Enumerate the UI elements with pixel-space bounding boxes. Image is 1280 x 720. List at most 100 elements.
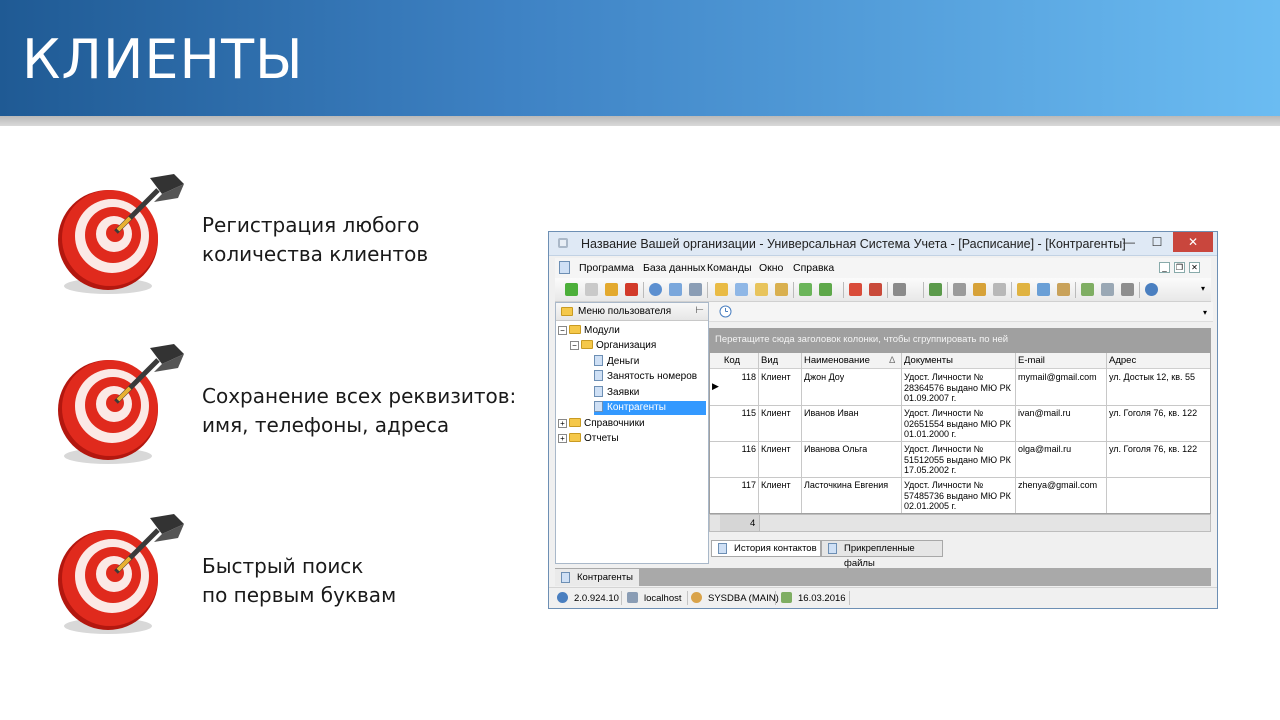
up-icon[interactable] xyxy=(715,283,728,296)
column-header-address[interactable]: Адрес xyxy=(1106,353,1210,369)
settings-icon[interactable] xyxy=(1057,283,1070,296)
edit-icon[interactable] xyxy=(605,283,618,296)
cell-doc-line3[interactable]: 17.05.2002 г. xyxy=(904,465,956,476)
clock-icon[interactable] xyxy=(719,305,732,318)
cell-address[interactable]: ул. Гоголя 76, кв. 122 xyxy=(1109,408,1197,419)
cell-name[interactable]: Ласточкина Евгения xyxy=(804,480,888,491)
cell-code[interactable]: 117 xyxy=(720,480,756,491)
comment-icon[interactable] xyxy=(735,283,748,296)
lock-icon[interactable] xyxy=(1017,283,1030,296)
cell-doc-line1[interactable]: Удост. Личности № xyxy=(904,444,983,455)
cell-doc-line2[interactable]: 57485736 выдано МЮ РК xyxy=(904,491,1011,502)
menu-commands[interactable]: Команды xyxy=(707,262,752,274)
column-header-name[interactable]: Наименование ∆ xyxy=(801,353,901,369)
sound-icon[interactable] xyxy=(893,283,906,296)
close-button[interactable]: ✕ xyxy=(1173,232,1213,252)
cell-email[interactable]: ivan@mail.ru xyxy=(1018,408,1071,419)
group-by-panel[interactable]: Перетащите сюда заголовок колонки, чтобы… xyxy=(709,328,1211,352)
tree-item-organization[interactable]: − Организация xyxy=(570,339,656,353)
wand-icon[interactable] xyxy=(973,283,986,296)
minimize-button[interactable]: — xyxy=(1117,232,1141,252)
cell-email[interactable]: mymail@gmail.com xyxy=(1018,372,1097,383)
menu-help[interactable]: Справка xyxy=(793,262,834,274)
play-icon[interactable] xyxy=(1121,283,1134,296)
expand-icon[interactable]: + xyxy=(558,419,567,428)
mdi-minimize-button[interactable]: _ xyxy=(1159,262,1170,273)
cell-doc-line3[interactable]: 01.01.2000 г. xyxy=(904,429,956,440)
collapse-icon[interactable]: − xyxy=(570,341,579,350)
cell-code[interactable]: 116 xyxy=(720,444,756,455)
tree-item-reports[interactable]: + Отчеты xyxy=(558,432,619,446)
column-header-docs[interactable]: Документы xyxy=(901,353,1015,369)
search-icon[interactable] xyxy=(649,283,662,296)
export-icon[interactable] xyxy=(799,283,812,296)
column-header-kind[interactable]: Вид xyxy=(758,353,801,369)
cell-kind[interactable]: Клиент xyxy=(761,408,791,419)
cell-kind[interactable]: Клиент xyxy=(761,480,791,491)
cell-email[interactable]: zhenya@gmail.com xyxy=(1018,480,1097,491)
tree-item-requests[interactable]: Заявки xyxy=(594,386,639,400)
menu-program[interactable]: Программа xyxy=(579,262,634,274)
collapse-icon[interactable]: − xyxy=(558,326,567,335)
tab-attached-files[interactable]: Прикрепленные файлы xyxy=(821,540,943,569)
import-icon[interactable] xyxy=(819,283,832,296)
open-window-icon[interactable] xyxy=(869,283,882,296)
users-icon[interactable] xyxy=(1037,283,1050,296)
cell-kind[interactable]: Клиент xyxy=(761,444,791,455)
cell-doc-line2[interactable]: 51512055 выдано МЮ РК xyxy=(904,455,1011,466)
help-icon[interactable] xyxy=(1145,283,1158,296)
expand-icon[interactable]: + xyxy=(558,434,567,443)
grid-toolbar: ▾ xyxy=(709,302,1213,322)
pin-icon[interactable]: ⊢ xyxy=(695,305,704,316)
folder-icon xyxy=(561,307,573,316)
tree-item-rooms[interactable]: Занятость номеров xyxy=(594,370,697,384)
filter-icon[interactable] xyxy=(689,283,702,296)
cell-name[interactable]: Иванов Иван xyxy=(804,408,859,419)
new-window-icon[interactable] xyxy=(849,283,862,296)
tree-item-references[interactable]: + Справочники xyxy=(558,417,645,431)
status-date: 16.03.2016 xyxy=(781,592,846,604)
mdi-restore-button[interactable]: ❐ xyxy=(1174,262,1185,273)
cell-kind[interactable]: Клиент xyxy=(761,372,791,383)
column-header-code[interactable]: Код xyxy=(710,353,758,369)
cell-name[interactable]: Джон Доу xyxy=(804,372,844,383)
cell-doc-line1[interactable]: Удост. Личности № xyxy=(904,372,983,383)
sort-desc-icon[interactable] xyxy=(775,283,788,296)
tree-item-modules[interactable]: − Модули xyxy=(558,324,620,338)
table-icon[interactable] xyxy=(1081,283,1094,296)
calc-icon[interactable] xyxy=(929,283,942,296)
maximize-button[interactable]: ☐ xyxy=(1145,232,1169,252)
cell-address[interactable]: ул. Гоголя 76, кв. 122 xyxy=(1109,444,1197,455)
tab-contact-history[interactable]: История контактов xyxy=(711,540,821,557)
cell-doc-line1[interactable]: Удост. Личности № xyxy=(904,408,983,419)
cell-address[interactable]: ул. Достык 12, кв. 55 xyxy=(1109,372,1195,383)
cell-doc-line2[interactable]: 28364576 выдано МЮ РК xyxy=(904,383,1011,394)
cell-doc-line3[interactable]: 01.09.2007 г. xyxy=(904,393,956,404)
add-icon[interactable] xyxy=(565,283,578,296)
edit-doc-icon[interactable] xyxy=(993,283,1006,296)
column-header-email[interactable]: E-mail xyxy=(1015,353,1106,369)
tree-item-money[interactable]: Деньги xyxy=(594,355,639,369)
menu-window[interactable]: Окно xyxy=(759,262,783,274)
mdi-close-button[interactable]: ✕ xyxy=(1189,262,1200,273)
cell-code[interactable]: 115 xyxy=(720,408,756,419)
tree-item-contractors[interactable]: Контрагенты xyxy=(594,401,706,415)
chevron-down-icon[interactable]: ▾ xyxy=(1201,284,1205,293)
copy-icon[interactable] xyxy=(585,283,598,296)
cell-name[interactable]: Иванова Ольга xyxy=(804,444,867,455)
cell-email[interactable]: olga@mail.ru xyxy=(1018,444,1071,455)
cell-code[interactable]: 118 xyxy=(720,372,756,383)
cell-doc-line2[interactable]: 02651554 выдано МЮ РК xyxy=(904,419,1011,430)
find-next-icon[interactable] xyxy=(669,283,682,296)
cell-doc-line1[interactable]: Удост. Личности № xyxy=(904,480,983,491)
window-titlebar: Название Вашей организации - Универсальн… xyxy=(549,232,1217,256)
server-icon xyxy=(627,592,638,603)
tools-icon[interactable] xyxy=(953,283,966,296)
delete-icon[interactable] xyxy=(625,283,638,296)
chevron-down-icon[interactable]: ▾ xyxy=(1203,308,1207,317)
print-icon[interactable] xyxy=(1101,283,1114,296)
window-tab-contractors[interactable]: Контрагенты xyxy=(555,569,639,586)
sort-icon[interactable] xyxy=(755,283,768,296)
cell-doc-line3[interactable]: 02.01.2005 г. xyxy=(904,501,956,512)
menu-database[interactable]: База данных xyxy=(643,262,706,274)
